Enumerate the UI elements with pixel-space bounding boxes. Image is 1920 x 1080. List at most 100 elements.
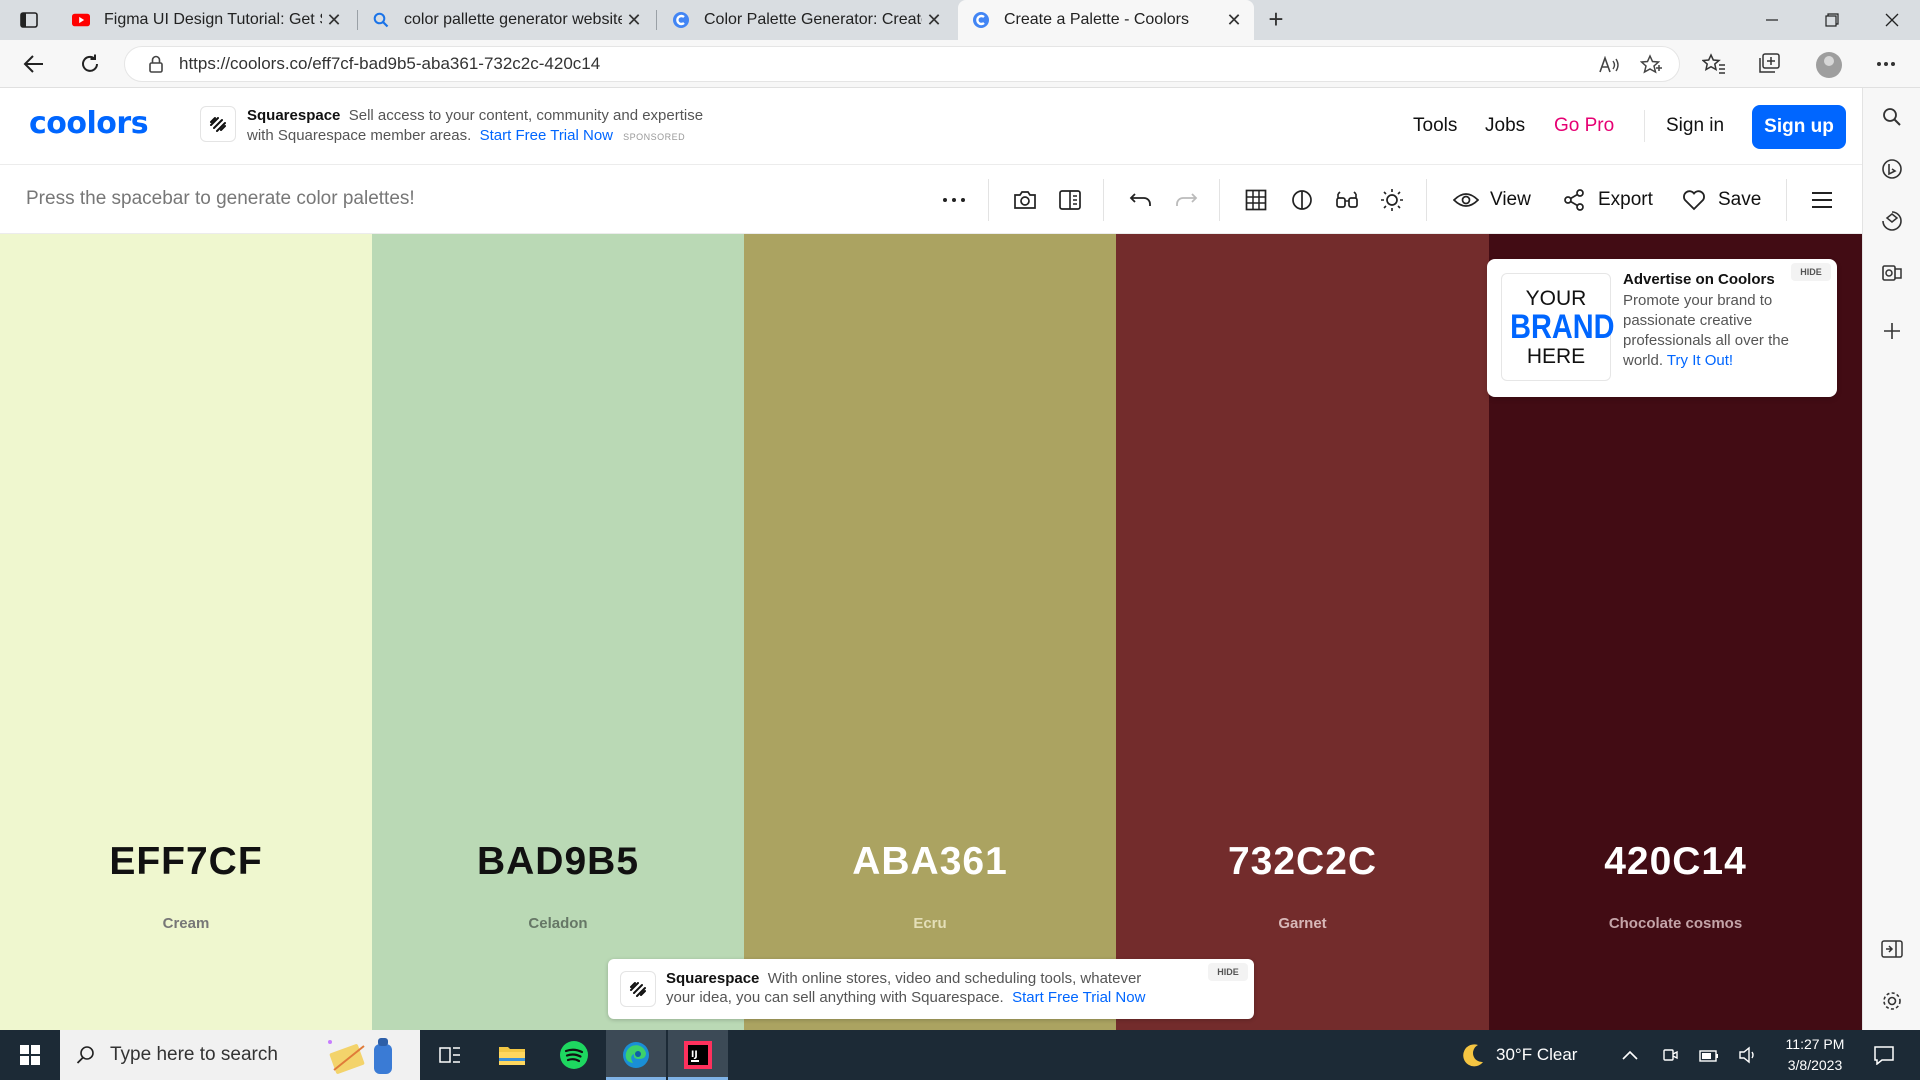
read-aloud-icon[interactable]: [1597, 53, 1621, 77]
task-view-icon[interactable]: [420, 1030, 480, 1080]
minimize-button[interactable]: [1742, 0, 1802, 40]
battery-network-icon[interactable]: [1696, 1030, 1724, 1080]
heart-save-icon[interactable]: [1680, 186, 1708, 214]
favorites-icon[interactable]: [1700, 50, 1728, 78]
sign-in-link[interactable]: Sign in: [1666, 115, 1724, 137]
swatch-name[interactable]: Celadon: [372, 915, 744, 932]
sponsor-line1: Sell access to your content, community a…: [348, 107, 704, 124]
try-it-out-link[interactable]: Try It Out!: [1667, 352, 1733, 369]
more-options-icon[interactable]: [1872, 50, 1900, 78]
export-button-label[interactable]: Export: [1598, 189, 1653, 211]
refresh-button[interactable]: [74, 48, 106, 80]
sidebar-search-icon[interactable]: [1879, 104, 1905, 130]
chevron-up-icon[interactable]: [1616, 1030, 1644, 1080]
start-button-windows-icon[interactable]: [0, 1030, 60, 1080]
weather-widget[interactable]: 30°F Clear: [1460, 1030, 1577, 1080]
close-window-button[interactable]: [1862, 0, 1920, 40]
swatch-celadon[interactable]: BAD9B5 Celadon: [372, 234, 744, 1030]
view-palette-icon[interactable]: [1056, 186, 1084, 214]
bing-chat-icon[interactable]: [1879, 156, 1905, 182]
close-tab-icon[interactable]: ✕: [922, 8, 946, 32]
tab-search[interactable]: color pallette generator website ✕: [358, 0, 654, 40]
swatch-name[interactable]: Chocolate cosmos: [1489, 915, 1862, 932]
swatch-name[interactable]: Ecru: [744, 915, 1116, 932]
settings-gear-icon[interactable]: [1879, 988, 1905, 1014]
color-blindness-glasses-icon[interactable]: [1333, 186, 1361, 214]
grid-icon[interactable]: [1242, 186, 1270, 214]
lock-icon[interactable]: [149, 55, 163, 73]
shopping-icon[interactable]: [1879, 208, 1905, 234]
swatch-name[interactable]: Cream: [0, 915, 372, 932]
system-clock[interactable]: 11:27 PM 3/8/2023: [1770, 1034, 1860, 1076]
tab-figma-tutorial[interactable]: Figma UI Design Tutorial: Get Sta ✕: [58, 0, 354, 40]
view-button-label[interactable]: View: [1490, 189, 1531, 211]
palette-toolbar: Press the spacebar to generate color pal…: [0, 165, 1862, 234]
undo-icon[interactable]: [1127, 186, 1155, 214]
sponsor-name: Squarespace: [247, 107, 341, 124]
new-tab-button[interactable]: +: [1262, 6, 1290, 34]
contrast-icon[interactable]: [1288, 186, 1316, 214]
nav-go-pro[interactable]: Go Pro: [1554, 115, 1614, 137]
collections-icon[interactable]: [1756, 50, 1784, 78]
advertise-card[interactable]: YOUR BRAND HERE HIDE Advertise on Coolor…: [1487, 259, 1837, 397]
url-field[interactable]: https://coolors.co/eff7cf-bad9b5-aba361-…: [124, 46, 1680, 82]
notifications-icon[interactable]: [1864, 1030, 1904, 1080]
coolors-logo[interactable]: coolors: [29, 106, 149, 141]
outlook-icon[interactable]: [1879, 260, 1905, 286]
bottom-ad-text: Squarespace With online stores, video an…: [666, 969, 1196, 1007]
toolbar-divider: [1786, 179, 1787, 221]
swatch-name[interactable]: Garnet: [1116, 915, 1489, 932]
tab-title: color pallette generator website: [404, 11, 622, 28]
more-dots-icon[interactable]: [940, 186, 968, 214]
camera-icon[interactable]: [1011, 186, 1039, 214]
edge-browser-icon[interactable]: [606, 1030, 666, 1080]
eye-view-icon[interactable]: [1452, 186, 1480, 214]
redo-icon[interactable]: [1172, 186, 1200, 214]
volume-icon[interactable]: [1734, 1030, 1762, 1080]
sign-up-button[interactable]: Sign up: [1752, 105, 1846, 149]
hide-bottom-ad-button[interactable]: HIDE: [1208, 963, 1248, 981]
swatch-hex[interactable]: EFF7CF: [0, 840, 372, 884]
bottom-sponsor-ad[interactable]: Squarespace With online stores, video an…: [608, 959, 1254, 1019]
brightness-sun-icon[interactable]: [1378, 186, 1406, 214]
nav-jobs[interactable]: Jobs: [1485, 115, 1525, 137]
squarespace-logo-icon[interactable]: [200, 106, 236, 142]
save-button-label[interactable]: Save: [1718, 189, 1761, 211]
swatch-hex[interactable]: 420C14: [1489, 840, 1862, 884]
swatch-hex[interactable]: ABA361: [744, 840, 1116, 884]
swatch-cream[interactable]: EFF7CF Cream: [0, 234, 372, 1030]
swatch-hex[interactable]: 732C2C: [1116, 840, 1489, 884]
nav-tools[interactable]: Tools: [1413, 115, 1457, 137]
sponsor-ad[interactable]: Squarespace Sell access to your content,…: [247, 106, 767, 147]
bottom-ad-cta-link[interactable]: Start Free Trial Now: [1012, 989, 1145, 1006]
tab-title: Create a Palette - Coolors: [1004, 11, 1189, 28]
close-tab-icon[interactable]: ✕: [1222, 8, 1246, 32]
restore-button[interactable]: [1802, 0, 1862, 40]
swatch-ecru[interactable]: ABA361 Ecru: [744, 234, 1116, 1030]
tab-actions-icon[interactable]: [14, 8, 44, 32]
add-sidebar-app-icon[interactable]: [1879, 318, 1905, 344]
swatch-hex[interactable]: BAD9B5: [372, 840, 744, 884]
close-tab-icon[interactable]: ✕: [322, 8, 346, 32]
profile-avatar[interactable]: [1816, 52, 1842, 78]
back-button[interactable]: [18, 48, 50, 80]
file-explorer-icon[interactable]: [482, 1030, 542, 1080]
taskbar-search-box[interactable]: Type here to search: [60, 1030, 420, 1080]
add-favorite-icon[interactable]: [1639, 53, 1663, 77]
share-export-icon[interactable]: [1560, 186, 1588, 214]
hamburger-menu-icon[interactable]: [1808, 186, 1836, 214]
tab-color-palette-generator[interactable]: Color Palette Generator: Create B ✕: [658, 0, 954, 40]
tab-create-palette[interactable]: Create a Palette - Coolors ✕: [958, 0, 1254, 40]
hide-ad-button[interactable]: HIDE: [1791, 263, 1831, 281]
coolors-favicon-icon: [972, 11, 990, 29]
squarespace-logo-icon: [620, 971, 656, 1007]
intellij-idea-icon[interactable]: IJ: [668, 1030, 728, 1080]
sponsor-cta-link[interactable]: Start Free Trial Now: [480, 127, 613, 144]
hide-sidebar-icon[interactable]: [1879, 936, 1905, 962]
bottom-ad-line1: With online stores, video and scheduling…: [767, 970, 1142, 987]
url-text: https://coolors.co/eff7cf-bad9b5-aba361-…: [179, 54, 601, 73]
swatch-garnet[interactable]: 732C2C Garnet: [1116, 234, 1489, 1030]
spotify-icon[interactable]: [544, 1030, 604, 1080]
close-tab-icon[interactable]: ✕: [622, 8, 646, 32]
meet-now-icon[interactable]: [1656, 1030, 1684, 1080]
